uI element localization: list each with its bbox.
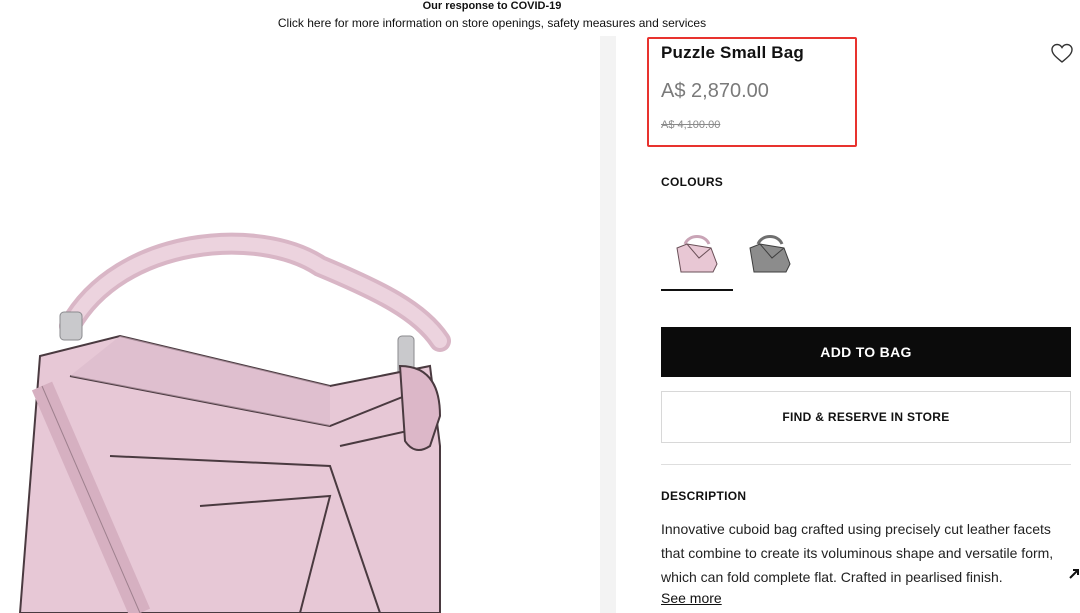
banner-info-link[interactable]: Click here for more information on store… <box>278 16 706 30</box>
description-text: Innovative cuboid bag crafted using prec… <box>661 521 1054 585</box>
description-label: DESCRIPTION <box>661 489 747 503</box>
product-image <box>0 36 600 613</box>
covid-banner: Our response to COVID-19 Click here for … <box>0 0 984 32</box>
divider <box>661 464 1071 465</box>
image-gutter <box>600 36 616 613</box>
product-old-price: A$ 4,100.00 <box>661 119 721 131</box>
selected-swatch-indicator <box>661 289 733 291</box>
see-more-link[interactable]: See more <box>661 590 722 606</box>
add-to-bag-button[interactable]: ADD TO BAG <box>661 327 1071 377</box>
heart-icon[interactable] <box>1050 42 1074 64</box>
banner-title: Our response to COVID-19 <box>422 0 562 12</box>
bag-illustration <box>18 232 451 613</box>
grey-swatch[interactable] <box>746 228 794 276</box>
product-price: A$ 2,870.00 <box>661 80 769 102</box>
find-reserve-button[interactable]: FIND & RESERVE IN STORE <box>661 391 1071 443</box>
arrow-icon <box>1069 569 1079 579</box>
product-title: Puzzle Small Bag <box>661 43 805 62</box>
pink-swatch[interactable] <box>673 228 721 276</box>
colours-label: COLOURS <box>661 175 724 189</box>
